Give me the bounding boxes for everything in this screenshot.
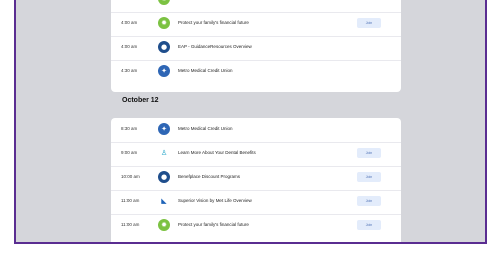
- join-button[interactable]: Join: [357, 196, 381, 206]
- people-blue-icon: ✦: [158, 123, 170, 135]
- seal-green-icon: ✹: [158, 17, 170, 29]
- event-time: 4:00 am: [121, 44, 138, 49]
- people-blue-icon: ✦: [158, 65, 170, 77]
- event-time: 9:00 am: [121, 150, 138, 155]
- event-title: Learn More About Your Dental Benefits: [178, 150, 256, 155]
- event-time: 11:00 am: [121, 222, 140, 227]
- event-list-card: ✹ 4:00 am ✹ Protect your family's financ…: [111, 0, 401, 92]
- join-button[interactable]: Join: [357, 172, 381, 182]
- event-row[interactable]: 11:00 am ◣ Superior Vision by Met Life O…: [111, 190, 401, 214]
- event-row[interactable]: 10:00 am ● Benefplace Discount Programs …: [111, 166, 401, 190]
- globe-blue-icon: ●: [158, 41, 170, 53]
- event-row[interactable]: 4:30 am ✦ Metro Medical Credit Union: [111, 60, 401, 84]
- event-time: 10:00 am: [121, 174, 140, 179]
- circle-blue-icon: ●: [158, 171, 170, 183]
- event-row[interactable]: 9:00 am ♙ Learn More About Your Dental B…: [111, 142, 401, 166]
- event-schedule-frame: ✹ 4:00 am ✹ Protect your family's financ…: [14, 0, 487, 244]
- event-time: 8:30 am: [121, 126, 138, 131]
- event-title: EAP - GuidanceResources Overview: [178, 44, 252, 49]
- event-title: Metro Medical Credit Union: [178, 68, 233, 73]
- join-button[interactable]: Join: [357, 18, 381, 28]
- event-time: 4:30 am: [121, 68, 138, 73]
- vision-logo-icon: ◣: [158, 195, 170, 207]
- event-title: Benefplace Discount Programs: [178, 174, 241, 179]
- date-heading: October 12: [122, 97, 159, 104]
- event-row[interactable]: ✹: [111, 0, 401, 12]
- event-row[interactable]: 8:30 am ✦ Metro Medical Credit Union: [111, 118, 401, 142]
- event-row[interactable]: 11:00 am ✹ Protect your family's financi…: [111, 214, 401, 238]
- event-time: 4:00 am: [121, 20, 138, 25]
- event-list-card: 8:30 am ✦ Metro Medical Credit Union 9:0…: [111, 118, 401, 242]
- seal-green-icon: ✹: [158, 0, 170, 5]
- event-row[interactable]: 4:00 am ● EAP - GuidanceResources Overvi…: [111, 36, 401, 60]
- event-title: Superior Vision by Met Life Overview: [178, 198, 252, 203]
- event-title: Protect your family's financial future: [178, 20, 249, 25]
- join-button[interactable]: Join: [357, 148, 381, 158]
- event-title: Metro Medical Credit Union: [178, 126, 233, 131]
- tooth-person-icon: ♙: [158, 147, 170, 159]
- seal-green-icon: ✹: [158, 219, 170, 231]
- join-button[interactable]: Join: [357, 220, 381, 230]
- event-time: 11:00 am: [121, 198, 140, 203]
- event-row[interactable]: 4:00 am ✹ Protect your family's financia…: [111, 12, 401, 36]
- event-title: Protect your family's financial future: [178, 222, 249, 227]
